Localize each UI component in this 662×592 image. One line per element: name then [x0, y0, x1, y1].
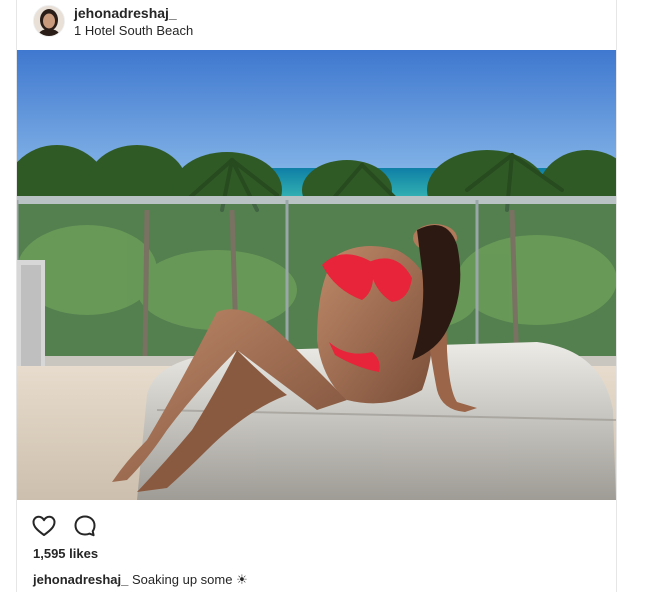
comment-bubble-icon[interactable]	[72, 513, 98, 539]
post-caption: jehonadreshaj_ Soaking up some ☀	[33, 572, 248, 588]
post-username[interactable]: jehonadreshaj_	[74, 5, 177, 21]
likes-count[interactable]: 1,595 likes	[33, 546, 98, 561]
post-location[interactable]: 1 Hotel South Beach	[74, 23, 193, 38]
avatar[interactable]	[33, 5, 65, 37]
page: jehonadreshaj_ 1 Hotel South Beach 1,595…	[0, 0, 662, 592]
post-photo-image	[17, 50, 616, 500]
avatar-image	[34, 6, 64, 36]
instagram-post: jehonadreshaj_ 1 Hotel South Beach 1,595…	[16, 0, 617, 592]
post-header: jehonadreshaj_ 1 Hotel South Beach	[17, 0, 616, 50]
caption-text: Soaking up some ☀	[132, 572, 248, 587]
post-photo[interactable]	[17, 50, 616, 500]
caption-username[interactable]: jehonadreshaj_	[33, 572, 128, 587]
post-actions	[17, 510, 616, 542]
heart-icon[interactable]	[31, 513, 57, 539]
